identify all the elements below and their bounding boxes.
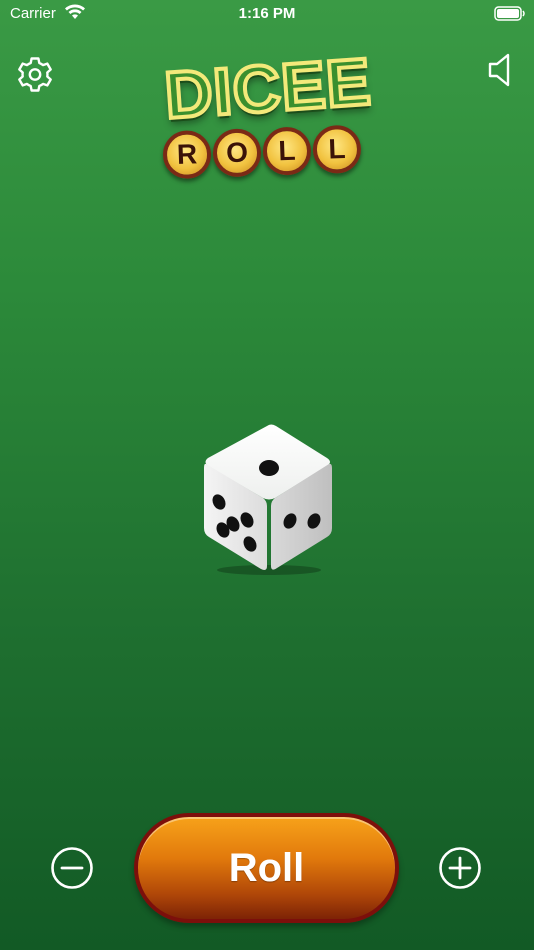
roll-button[interactable]: Roll: [134, 813, 399, 923]
logo-title: DICEE: [160, 42, 375, 134]
logo-letter: L: [262, 126, 312, 176]
battery-icon: [494, 6, 526, 26]
plus-circle-icon: [439, 847, 481, 889]
logo-subtitle: R O L L: [162, 124, 362, 180]
decrease-dice-button[interactable]: [51, 847, 93, 889]
speaker-icon[interactable]: [486, 52, 516, 93]
gear-icon[interactable]: [14, 54, 56, 101]
minus-circle-icon: [51, 847, 93, 889]
increase-dice-button[interactable]: [439, 847, 481, 889]
status-bar: Carrier 1:16 PM: [0, 0, 534, 28]
status-time: 1:16 PM: [238, 5, 296, 22]
dice[interactable]: [195, 420, 343, 576]
logo-letter: O: [212, 128, 262, 178]
logo-letter: L: [312, 124, 362, 175]
roll-button-label: Roll: [228, 845, 305, 890]
app-logo: DICEE R O L L: [123, 42, 413, 184]
logo-letter: R: [162, 129, 212, 180]
